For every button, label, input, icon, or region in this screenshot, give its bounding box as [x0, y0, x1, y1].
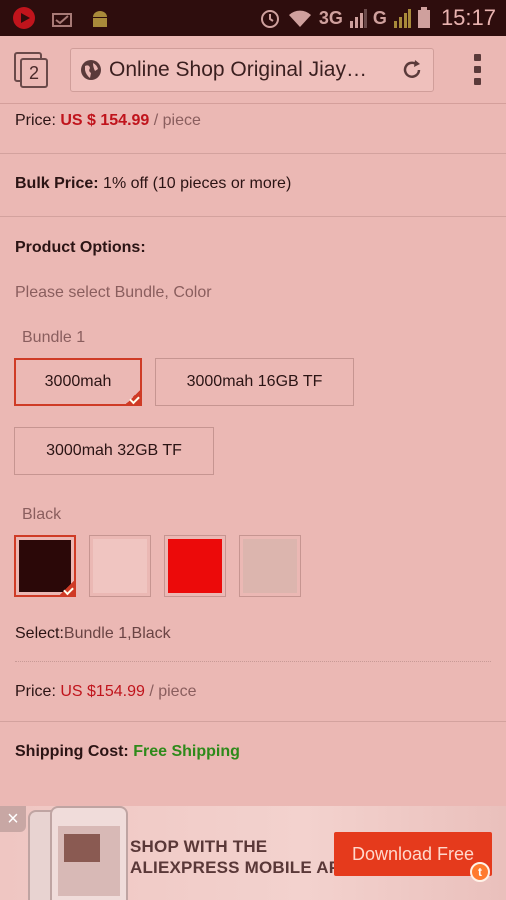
swatch-fill — [243, 539, 297, 593]
price-label: Price: — [15, 112, 56, 129]
tabs-button[interactable]: 2 — [14, 51, 50, 88]
bundle-option-3000mah[interactable]: 3000mah — [14, 358, 142, 406]
shipping-value: Free Shipping — [133, 743, 240, 760]
clock: 15:17 — [440, 5, 496, 30]
price-unit: / piece — [149, 683, 197, 700]
network-3g-label: 3G — [318, 7, 343, 28]
data-icon — [52, 13, 72, 27]
product-options-heading: Product Options: — [15, 239, 146, 256]
bundle-option-label: 3000mah 16GB TF — [186, 373, 323, 390]
divider — [0, 721, 506, 722]
price-row-2: Price: US $154.99 / piece — [0, 683, 196, 701]
selection-summary: Select:Bundle 1,Black — [0, 625, 171, 643]
menu-dot-icon — [474, 54, 481, 61]
banner-line-1: SHOP WITH THE — [130, 837, 268, 856]
network-g-label: G — [372, 7, 387, 28]
reload-icon[interactable] — [399, 57, 425, 83]
options-hint: Please select Bundle, Color — [15, 284, 212, 301]
color-swatch-red[interactable] — [164, 535, 226, 597]
swatch-fill — [168, 539, 222, 593]
signal-icon-2 — [393, 9, 411, 28]
price-value: US $ 154.99 — [60, 112, 150, 129]
bulk-price-value: 1% off (10 pieces or more) — [103, 175, 292, 192]
browser-toolbar: 2 Online Shop Original Jiay… — [0, 36, 506, 104]
check-icon — [125, 389, 141, 405]
swatch-fill — [93, 539, 147, 593]
price-value: US $154.99 — [60, 683, 145, 700]
bundle-option-16gb[interactable]: 3000mah 16GB TF — [155, 358, 354, 406]
page-title: Online Shop Original Jiay… — [109, 57, 367, 81]
bundle-option-label: 3000mah 32GB TF — [46, 442, 182, 459]
globe-icon — [81, 59, 101, 80]
color-swatch-black[interactable] — [14, 535, 76, 597]
price-unit: / piece — [153, 112, 201, 129]
youtube-icon — [13, 7, 35, 29]
signal-icon — [349, 9, 367, 28]
banner-line-2: ALIEXPRESS MOBILE APP — [130, 858, 352, 877]
alarm-icon — [260, 10, 279, 28]
bulk-price-row: Bulk Price: 1% off (10 pieces or more) — [0, 175, 291, 193]
check-icon — [59, 580, 75, 596]
bundle-label: Bundle 1 — [22, 329, 86, 346]
bundle-option-label: 3000mah — [44, 373, 112, 390]
color-swatch-gold[interactable] — [239, 535, 301, 597]
price-row: Price: US $ 154.99 / piece — [0, 112, 201, 130]
shipping-label: Shipping Cost: — [15, 743, 129, 760]
price-label: Price: — [15, 683, 56, 700]
menu-dot-icon — [474, 78, 481, 85]
banner-text: SHOP WITH THE ALIEXPRESS MOBILE APP — [130, 836, 352, 878]
divider — [0, 216, 506, 217]
wifi-icon — [288, 10, 311, 27]
battery-icon — [417, 7, 430, 28]
color-label: Black — [22, 506, 62, 523]
tab-count: 2 — [20, 57, 48, 88]
status-bar: 3G G 15:17 — [0, 0, 506, 36]
phone-image — [50, 806, 128, 900]
android-icon — [93, 11, 107, 27]
bulk-price-label: Bulk Price: — [15, 175, 99, 192]
bundle-option-32gb[interactable]: 3000mah 32GB TF — [14, 427, 214, 475]
divider — [0, 153, 506, 154]
select-value: Bundle 1,Black — [63, 625, 171, 642]
menu-dot-icon — [474, 66, 481, 73]
shipping-row: Shipping Cost: Free Shipping — [0, 743, 240, 761]
download-free-button[interactable]: Download Free — [334, 832, 492, 876]
dotted-divider — [15, 661, 491, 662]
overflow-menu-button[interactable] — [474, 54, 482, 85]
select-label: Select: — [15, 625, 64, 642]
app-badge-icon: t — [470, 862, 490, 882]
close-banner-button[interactable]: × — [0, 806, 26, 832]
url-bar[interactable]: Online Shop Original Jiay… — [70, 47, 434, 92]
color-swatch-white[interactable] — [89, 535, 151, 597]
